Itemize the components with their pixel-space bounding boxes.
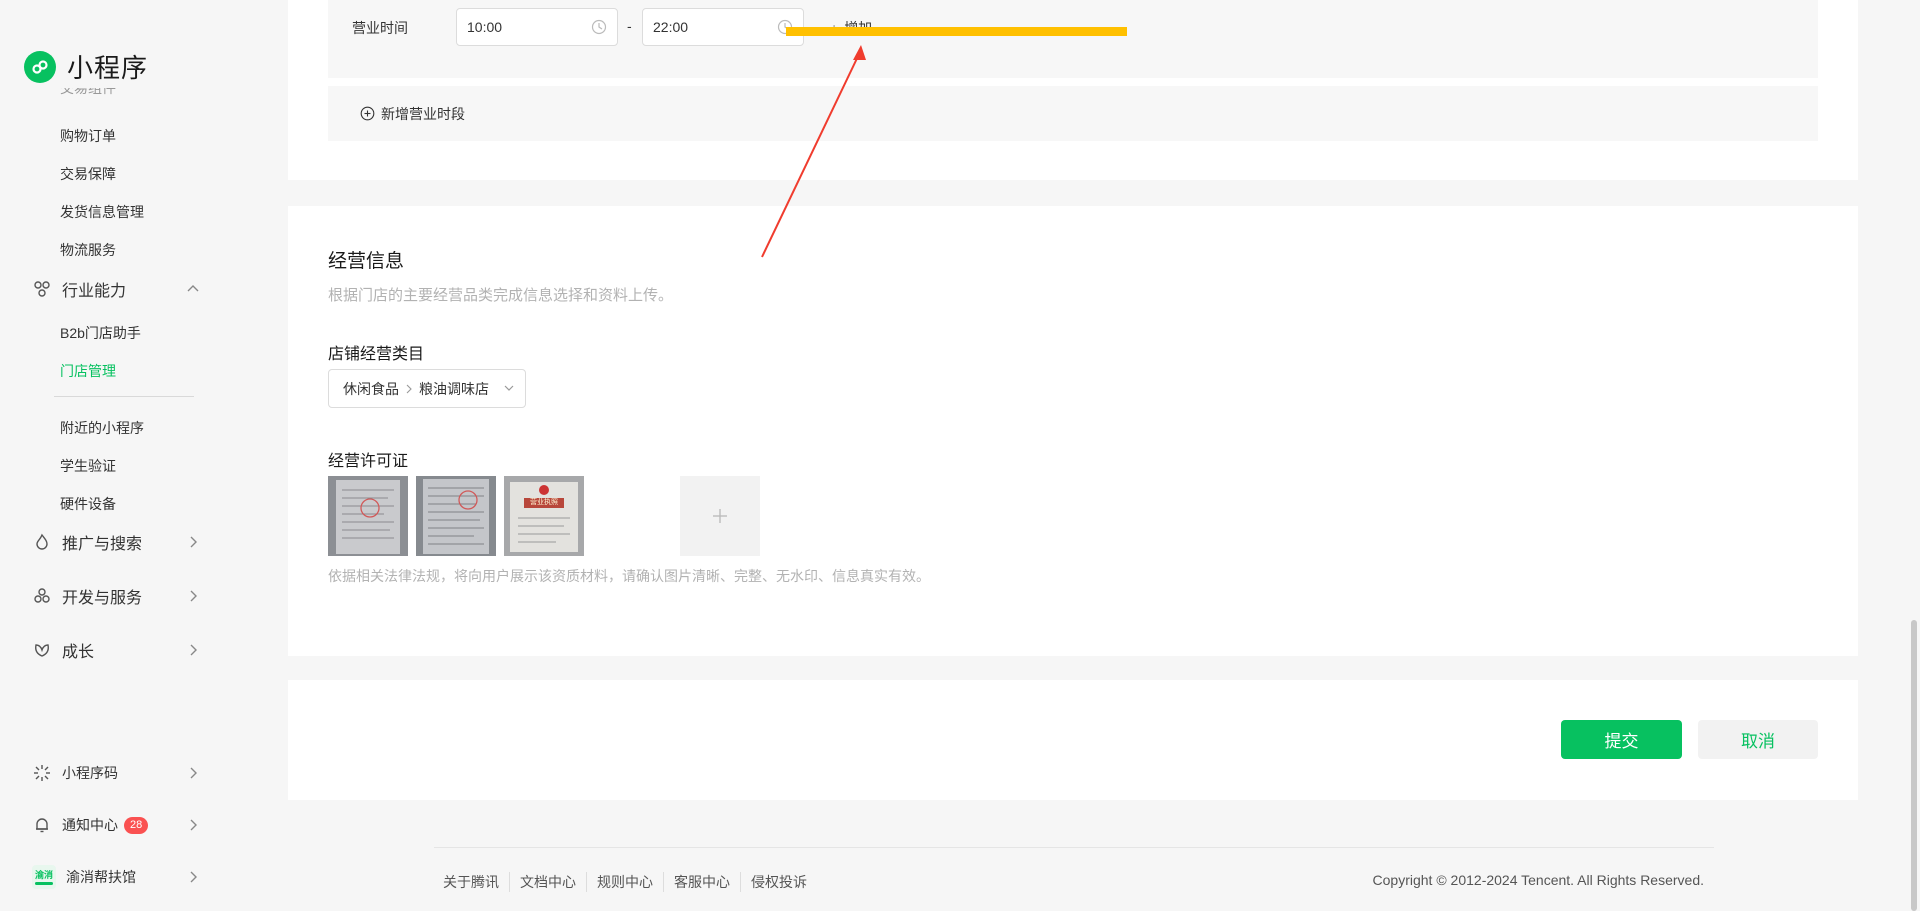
license-image-1[interactable]: [328, 476, 408, 556]
business-hours-label: 营业时间: [352, 20, 408, 36]
section-title: 经营信息: [328, 251, 405, 272]
license-image-3[interactable]: 营业执照: [504, 476, 584, 556]
sidebar-group-label: 成长: [62, 644, 95, 661]
category-label: 店铺经营类目: [328, 346, 425, 363]
chevron-up-icon: [186, 277, 200, 301]
sidebar-item-b2b[interactable]: B2b门店助手: [60, 323, 141, 343]
app-title: 小程序: [67, 53, 149, 83]
industry-icon: [32, 279, 52, 299]
sidebar-group-dev[interactable]: 开发与服务: [32, 584, 200, 608]
chevron-right-icon: [186, 865, 200, 889]
start-time-picker[interactable]: 10:00: [456, 8, 618, 46]
sidebar-group-label: 推广与搜索: [62, 536, 143, 553]
end-time-value: 22:00: [653, 19, 689, 35]
chevron-right-icon: [186, 584, 200, 608]
sidebar-group-promotion[interactable]: 推广与搜索: [32, 530, 200, 554]
time-separator: -: [627, 18, 632, 34]
sidebar-item-shipping-info[interactable]: 发货信息管理: [60, 202, 144, 222]
license-label: 经营许可证: [328, 453, 409, 470]
miniprogram-logo-icon: [24, 50, 56, 83]
sidebar-account[interactable]: 渝消 渝消帮扶馆: [32, 865, 200, 889]
sidebar-qrcode-label: 小程序码: [62, 765, 118, 781]
sidebar-group-label: 行业能力: [62, 283, 127, 300]
flame-icon: [32, 532, 52, 552]
add-period-button[interactable]: 新增营业时段: [360, 104, 465, 124]
account-avatar: 渝消: [32, 865, 56, 889]
sidebar-item-student-verify[interactable]: 学生验证: [60, 456, 116, 476]
category-level1: 休闲食品: [343, 380, 399, 397]
app-logo[interactable]: 小程序: [24, 48, 148, 85]
cancel-button[interactable]: 取消: [1698, 720, 1818, 759]
sidebar-item-trade-guarantee[interactable]: 交易保障: [60, 164, 116, 184]
footer-links: 关于腾讯 文档中心 规则中心 客服中心 侵权投诉: [443, 872, 817, 892]
chevron-right-icon: [186, 813, 200, 837]
plus-icon: +: [830, 20, 839, 36]
sidebar-item-orders[interactable]: 购物订单: [60, 126, 116, 146]
sidebar-item-logistics[interactable]: 物流服务: [60, 240, 116, 260]
sidebar-item-store-management[interactable]: 门店管理: [60, 361, 116, 381]
sidebar-divider: [54, 396, 194, 397]
add-time-button[interactable]: + 增加: [830, 18, 872, 38]
page-scrollbar[interactable]: [1911, 620, 1917, 911]
qrcode-icon: [32, 763, 52, 783]
footer-link-docs[interactable]: 文档中心: [509, 872, 586, 892]
sidebar-item-nearby[interactable]: 附近的小程序: [60, 418, 144, 438]
chevron-right-icon: [186, 638, 200, 662]
sidebar-item-clipped[interactable]: 交易组件: [60, 88, 116, 98]
account-avatar-text: 渝消: [34, 869, 53, 880]
sidebar-item-hardware[interactable]: 硬件设备: [60, 494, 116, 514]
copyright: Copyright © 2012-2024 Tencent. All Right…: [1372, 872, 1704, 888]
clock-icon: [591, 19, 607, 38]
sidebar-group-growth[interactable]: 成长: [32, 638, 200, 662]
sidebar-group-label: 开发与服务: [62, 590, 143, 607]
section-description: 根据门店的主要经营品类完成信息选择和资料上传。: [328, 287, 674, 304]
category-level2: 粮油调味店: [419, 380, 489, 397]
license-stamp-text: 营业执照: [530, 499, 558, 506]
dev-services-icon: [32, 586, 52, 606]
business-info-card: [288, 206, 1858, 656]
license-image-2[interactable]: [416, 476, 496, 556]
clock-icon: [777, 19, 793, 38]
footer-link-support[interactable]: 客服中心: [663, 872, 740, 892]
chevron-right-icon: [405, 384, 413, 394]
footer-divider: [434, 847, 1714, 848]
category-select[interactable]: 休闲食品 粮油调味店: [328, 369, 526, 408]
bell-icon: [32, 815, 52, 835]
start-time-value: 10:00: [467, 19, 503, 35]
plus-circle-icon: [360, 106, 375, 121]
notify-count-badge: 28: [124, 816, 149, 834]
add-time-label: 增加: [844, 20, 873, 36]
footer-link-infringement[interactable]: 侵权投诉: [740, 872, 817, 892]
chevron-right-icon: [186, 530, 200, 554]
footer-link-about[interactable]: 关于腾讯: [443, 872, 509, 892]
end-time-picker[interactable]: 22:00: [642, 8, 804, 46]
chevron-right-icon: [186, 761, 200, 785]
growth-icon: [32, 640, 52, 660]
upload-button[interactable]: [680, 476, 760, 556]
sidebar-notify-label: 通知中心: [62, 817, 118, 833]
license-hint: 依据相关法律法规，将向用户展示该资质材料，请确认图片清晰、完整、无水印、信息真实…: [328, 568, 930, 584]
plus-icon: [711, 507, 729, 525]
chevron-down-icon: [503, 382, 515, 394]
account-name: 渝消帮扶馆: [66, 869, 136, 885]
sidebar-qrcode[interactable]: 小程序码: [32, 761, 200, 785]
submit-button[interactable]: 提交: [1561, 720, 1682, 759]
footer-link-rules[interactable]: 规则中心: [586, 872, 663, 892]
add-period-label: 新增营业时段: [381, 105, 465, 122]
add-period-bar: 新增营业时段: [328, 86, 1818, 141]
sidebar-notify[interactable]: 通知中心 28: [32, 813, 200, 837]
sidebar-group-industry[interactable]: 行业能力: [32, 277, 200, 301]
sidebar: 小程序 交易组件 购物订单 交易保障 发货信息管理 物流服务 行业能力 B2b门…: [0, 0, 235, 911]
